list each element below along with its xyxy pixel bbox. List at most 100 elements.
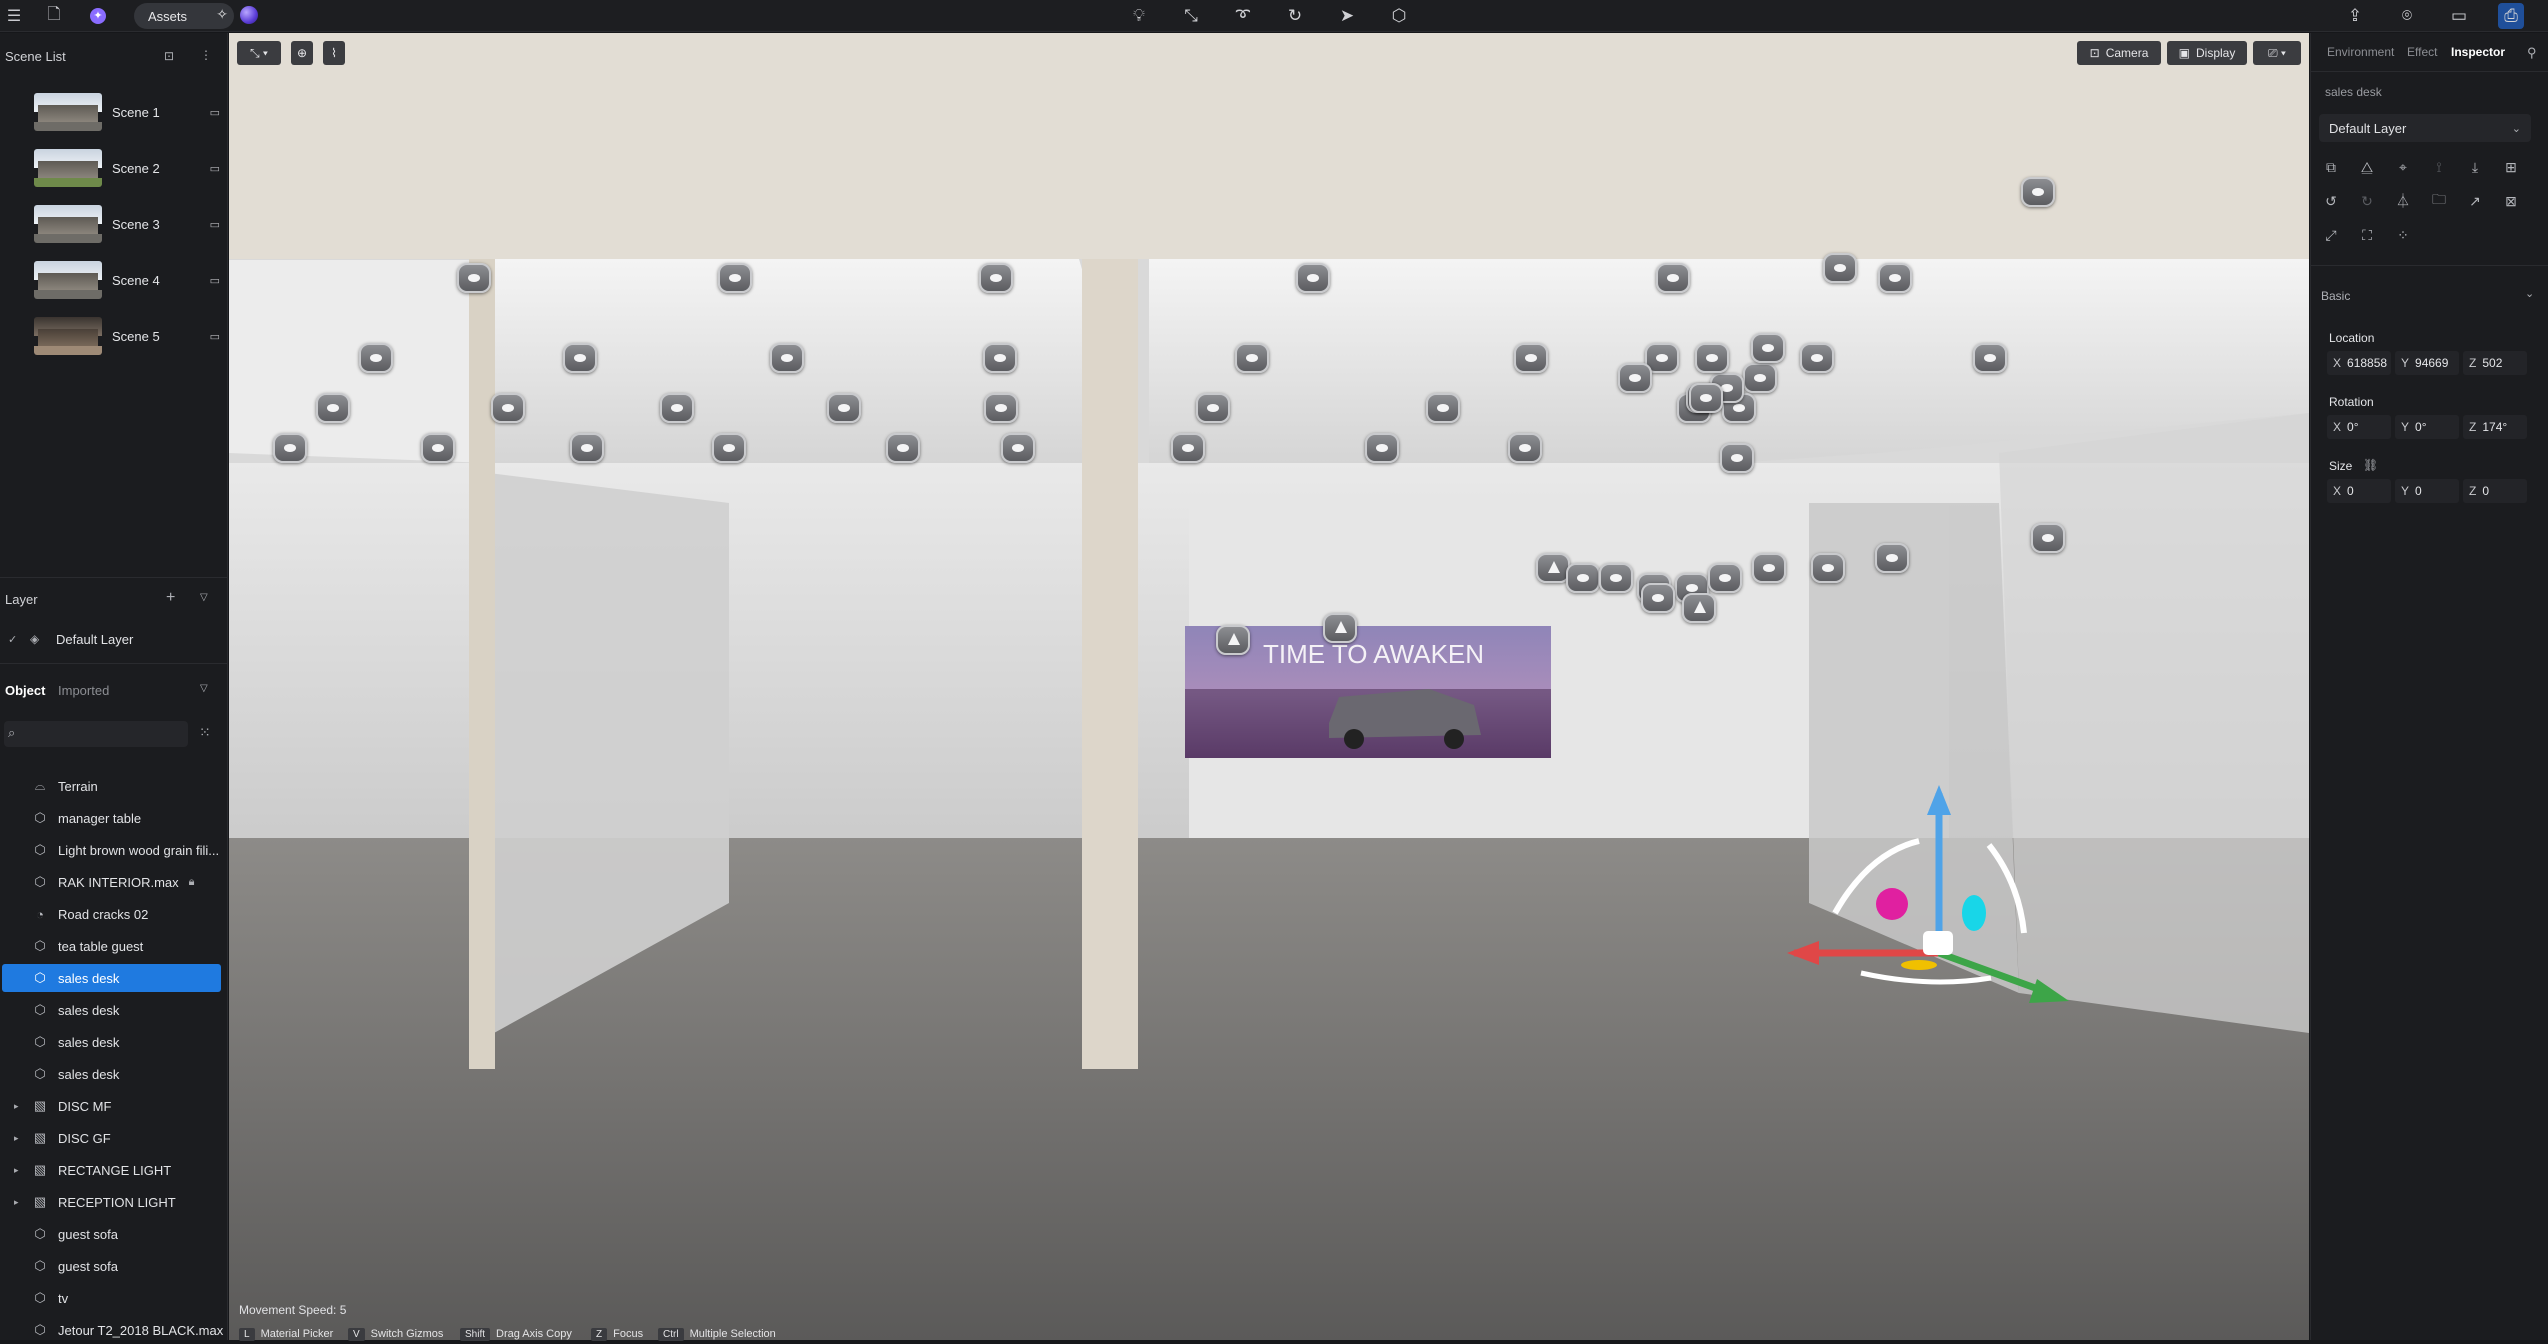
light-marker-icon[interactable] xyxy=(1508,433,1542,463)
pointer-icon[interactable]: ➤ xyxy=(1334,3,1360,29)
tree-item[interactable]: ◔ Road cracks 02 xyxy=(0,900,226,928)
light-marker-icon[interactable] xyxy=(1641,583,1675,613)
camera-button[interactable]: ⊡ Camera xyxy=(2077,41,2161,65)
light-marker-icon[interactable] xyxy=(983,343,1017,373)
light-marker-icon[interactable] xyxy=(718,263,752,293)
light-marker-icon[interactable] xyxy=(1708,563,1742,593)
light-marker-icon[interactable] xyxy=(1878,263,1912,293)
light-marker-icon[interactable] xyxy=(1599,563,1633,593)
light-marker-icon[interactable] xyxy=(1235,343,1269,373)
tree-item[interactable]: ▸ ▧ DISC GF xyxy=(0,1124,226,1152)
tree-item[interactable]: ▸ ▧ RECEPTION LIGHT xyxy=(0,1188,226,1216)
add-scene-icon[interactable]: ⊡ xyxy=(164,49,174,63)
expand-icon[interactable]: ▸ xyxy=(14,1133,19,1144)
light-marker-icon[interactable] xyxy=(886,433,920,463)
scene-render[interactable]: TIME TO AWAKEN xyxy=(229,33,2309,1340)
size-y-field[interactable]: Y0 xyxy=(2395,479,2459,503)
tree-item[interactable]: ⬡ guest sofa xyxy=(0,1252,226,1280)
light-marker-icon[interactable] xyxy=(1656,263,1690,293)
scene-item[interactable]: Scene 5 ▭ xyxy=(34,314,220,358)
light-marker-icon[interactable] xyxy=(1751,333,1785,363)
refresh-icon[interactable]: ↻ xyxy=(1282,3,1308,29)
snap-icon[interactable]: ⌇ xyxy=(323,41,345,65)
location-z-field[interactable]: Z 502 xyxy=(2463,351,2527,375)
light-marker-icon[interactable] xyxy=(770,343,804,373)
rotation-z-field[interactable]: Z 174° xyxy=(2463,415,2527,439)
filter-icon[interactable]: ▽ xyxy=(200,592,208,603)
light-marker-icon[interactable] xyxy=(827,393,861,423)
scene-item[interactable]: Scene 3 ▭ xyxy=(34,202,220,246)
check-icon[interactable]: ✓ xyxy=(8,633,17,646)
light-marker-icon[interactable] xyxy=(1171,433,1205,463)
expand-icon[interactable]: ▸ xyxy=(14,1101,19,1112)
rotation-x-field[interactable]: X 0° xyxy=(2327,415,2391,439)
lock-icon[interactable]: 🔒︎ xyxy=(189,876,195,889)
new-file-icon[interactable]: 🗋 xyxy=(42,4,66,28)
tree-item[interactable]: ⬡ guest sofa xyxy=(0,1220,226,1248)
scene-item[interactable]: Scene 2 ▭ xyxy=(34,146,220,190)
undo-icon[interactable]: ↺ xyxy=(2321,191,2341,211)
light-marker-icon[interactable] xyxy=(1800,343,1834,373)
tree-item[interactable]: ⬡ tea table guest xyxy=(0,932,226,960)
align-icon[interactable]: ⟟ xyxy=(2429,157,2449,177)
light-marker-icon[interactable] xyxy=(1695,343,1729,373)
bulb-icon[interactable]: 💡︎ xyxy=(1126,3,1152,29)
layer-dropdown[interactable]: Default Layer ⌄ xyxy=(2319,114,2531,142)
light-marker-icon[interactable] xyxy=(570,433,604,463)
tab-inspector[interactable]: Inspector xyxy=(2451,45,2505,59)
add-icon[interactable]: ⊞ xyxy=(2501,157,2521,177)
drop-to-ground-icon[interactable]: ⤓ xyxy=(2465,157,2485,177)
share-icon[interactable]: ⇪ xyxy=(2342,3,2368,29)
light-marker-icon[interactable] xyxy=(1823,253,1857,283)
layer-item[interactable]: ✓ ◈ Default Layer xyxy=(0,625,226,653)
size-x-field[interactable]: X0 xyxy=(2327,479,2391,503)
spot-light-marker-icon[interactable] xyxy=(1323,613,1357,643)
lasso-icon[interactable]: ➰︎ xyxy=(1230,3,1256,29)
tree-item[interactable]: ⬡ sales desk xyxy=(0,1028,226,1056)
light-marker-icon[interactable] xyxy=(1536,553,1570,583)
tree-item[interactable]: ⬡ Light brown wood grain fili... xyxy=(0,836,226,864)
camera-icon[interactable]: ▭ xyxy=(210,162,220,175)
mirror-icon[interactable]: ⧋ xyxy=(2357,157,2377,177)
light-marker-icon[interactable] xyxy=(1196,393,1230,423)
light-marker-icon[interactable] xyxy=(1618,363,1652,393)
light-marker-icon[interactable] xyxy=(660,393,694,423)
fit-icon[interactable]: ⛶ xyxy=(2357,225,2377,245)
search-input[interactable]: ⌕ xyxy=(4,721,188,747)
light-marker-icon[interactable] xyxy=(1001,433,1035,463)
camera-icon[interactable]: ▭ xyxy=(210,106,220,119)
camera-icon[interactable]: ▭ xyxy=(210,330,220,343)
camera-icon[interactable]: ⌾ xyxy=(2394,3,2420,29)
tab-environment[interactable]: Environment xyxy=(2327,45,2394,59)
chevron-down-icon[interactable]: ⌄ xyxy=(2525,287,2534,300)
light-marker-icon[interactable] xyxy=(2021,177,2055,207)
light-marker-icon[interactable] xyxy=(984,393,1018,423)
transform-mode-dropdown[interactable]: ⤡ ▾ xyxy=(237,41,281,65)
light-marker-icon[interactable] xyxy=(1875,543,1909,573)
tree-item[interactable]: ▸ ▧ RECTANGE LIGHT xyxy=(0,1156,226,1184)
display-button[interactable]: ▣ Display xyxy=(2167,41,2247,65)
grid-view-icon[interactable]: ⁙ xyxy=(199,724,211,741)
menu-icon[interactable]: ☰ xyxy=(2,4,26,28)
tab-object[interactable]: Object xyxy=(5,683,45,698)
tab-effect[interactable]: Effect xyxy=(2407,45,2437,59)
focus-icon[interactable]: ⌖ xyxy=(2393,157,2413,177)
light-marker-icon[interactable] xyxy=(1365,433,1399,463)
light-marker-icon[interactable] xyxy=(1514,343,1548,373)
add-layer-icon[interactable]: + xyxy=(166,589,175,607)
export-icon[interactable]: ↗ xyxy=(2465,191,2485,211)
light-marker-icon[interactable] xyxy=(1566,563,1600,593)
expand-icon[interactable]: ▸ xyxy=(14,1197,19,1208)
camera-icon[interactable]: ▭ xyxy=(210,218,220,231)
light-marker-icon[interactable] xyxy=(1689,383,1723,413)
folder-icon[interactable]: 🗀︎ xyxy=(2429,191,2449,211)
light-marker-icon[interactable] xyxy=(1973,343,2007,373)
expand-icon[interactable]: ▸ xyxy=(14,1165,19,1176)
path-icon[interactable]: ⤡ xyxy=(1178,3,1204,29)
tree-item[interactable]: ▸ ▧ DISC MF xyxy=(0,1092,226,1120)
tree-item[interactable]: ⬡ RAK INTERIOR.max 🔒︎ xyxy=(0,868,226,896)
filter-icon[interactable]: ▽ xyxy=(200,683,208,694)
more-icon[interactable]: ⋮ xyxy=(200,48,212,62)
light-marker-icon[interactable] xyxy=(491,393,525,423)
group-icon[interactable]: ⊠ xyxy=(2501,191,2521,211)
